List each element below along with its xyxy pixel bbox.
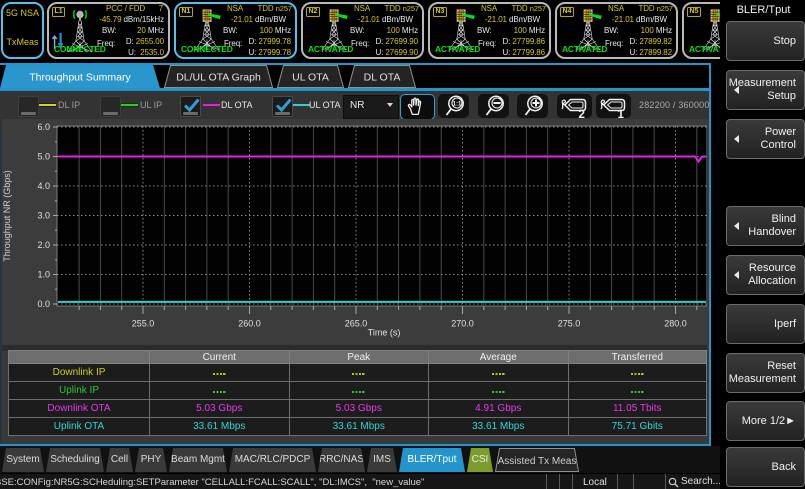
svg-text:260.0: 260.0 xyxy=(238,319,261,329)
svg-text:5.0: 5.0 xyxy=(37,152,50,162)
svg-text:6.0: 6.0 xyxy=(37,122,50,132)
svg-text:UL OTA: UL OTA xyxy=(292,72,329,84)
svg-text:1.0: 1.0 xyxy=(37,270,50,280)
svg-text:265.0: 265.0 xyxy=(345,319,368,329)
svg-text:275.0: 275.0 xyxy=(558,319,581,329)
svg-text:Throughput Summary: Throughput Summary xyxy=(29,72,131,84)
svg-text:DL OTA: DL OTA xyxy=(364,72,401,84)
svg-text:4.0: 4.0 xyxy=(37,181,50,191)
svg-text:DL/UL OTA Graph: DL/UL OTA Graph xyxy=(176,72,261,84)
svg-text:0.0: 0.0 xyxy=(37,299,50,309)
svg-text:1:1: 1:1 xyxy=(453,102,462,108)
svg-text:2.0: 2.0 xyxy=(37,240,50,250)
svg-text:Throughput NR (Gbps): Throughput NR (Gbps) xyxy=(2,170,12,262)
svg-text:280.0: 280.0 xyxy=(664,319,687,329)
svg-text:Time (s): Time (s) xyxy=(368,328,401,338)
svg-text:255.0: 255.0 xyxy=(132,319,155,329)
svg-text:3.0: 3.0 xyxy=(37,211,50,221)
svg-text:Assisted Tx Meas: Assisted Tx Meas xyxy=(498,456,577,467)
svg-text:270.0: 270.0 xyxy=(451,319,474,329)
